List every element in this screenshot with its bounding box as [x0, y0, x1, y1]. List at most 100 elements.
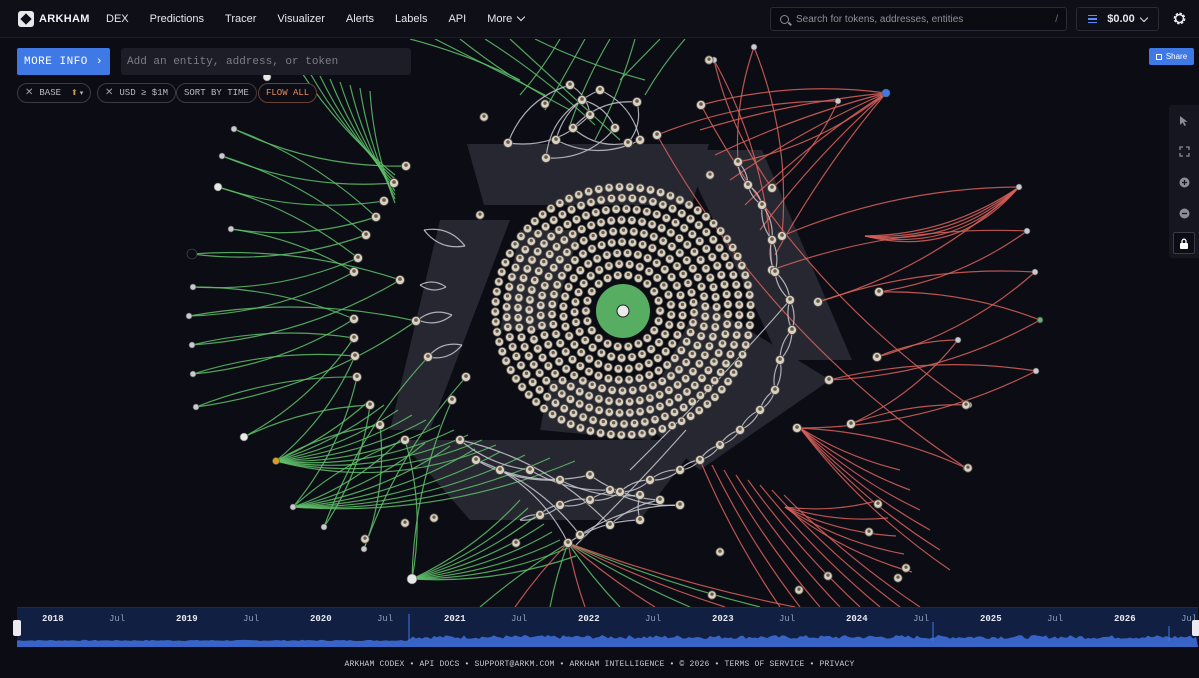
- entity-avatar-icon: [710, 254, 714, 258]
- address-node[interactable]: [320, 523, 328, 531]
- entity-avatar-icon: [571, 410, 576, 415]
- flow-all-chip[interactable]: FLOW ALL: [258, 83, 318, 103]
- nav-tracer[interactable]: Tracer: [225, 13, 256, 25]
- address-node[interactable]: [189, 283, 197, 291]
- entity-avatar-icon: [544, 378, 548, 382]
- blue-entity-node[interactable]: [881, 88, 891, 98]
- entity-avatar-icon: [682, 225, 686, 229]
- address-node[interactable]: [289, 503, 297, 511]
- entity-node[interactable]: [239, 432, 249, 442]
- gear-icon[interactable]: [1172, 11, 1187, 26]
- entity-avatar-icon: [378, 422, 382, 426]
- wallet-balance-button[interactable]: $0.00: [1076, 7, 1159, 31]
- entity-node[interactable]: [213, 182, 223, 192]
- entity-avatar-icon: [519, 334, 524, 339]
- fit-screen-icon[interactable]: [1173, 140, 1195, 162]
- timeline-track[interactable]: 2018 Jul 2019 Jul 2020 Jul 2021 Jul 2022 Jul 2023 J…: [17, 608, 1198, 647]
- entity-avatar-icon: [773, 387, 777, 391]
- entity-node[interactable]: [406, 573, 418, 585]
- entity-avatar-icon: [652, 289, 656, 293]
- entity-avatar-icon: [748, 312, 753, 317]
- search-input[interactable]: [796, 13, 1046, 25]
- address-node[interactable]: [360, 545, 368, 553]
- entity-avatar-icon: [355, 374, 359, 378]
- sort-by-time-chip[interactable]: SORT BY TIME: [176, 83, 257, 103]
- global-search[interactable]: /: [770, 7, 1067, 31]
- entity-avatar-icon: [558, 477, 562, 481]
- entity-avatar-icon: [582, 238, 586, 242]
- entity-avatar-icon: [613, 125, 617, 129]
- nav-predictions[interactable]: Predictions: [150, 13, 204, 25]
- close-icon[interactable]: ✕: [25, 87, 33, 99]
- nav-alerts[interactable]: Alerts: [346, 13, 374, 25]
- entity-avatar-icon: [676, 395, 681, 399]
- add-entity-input[interactable]: [121, 48, 411, 75]
- pointer-icon[interactable]: [1173, 110, 1195, 132]
- address-node[interactable]: [750, 43, 758, 51]
- entity-avatar-icon: [658, 497, 662, 501]
- entity-avatar-icon: [578, 389, 582, 393]
- entity-avatar-icon: [675, 382, 680, 386]
- arkham-logo[interactable]: ARKHAM: [18, 10, 100, 27]
- transfer-edge: [411, 547, 569, 580]
- entity-avatar-icon: [696, 274, 700, 279]
- lock-icon[interactable]: [1173, 232, 1195, 254]
- entity-avatar-icon: [690, 399, 694, 403]
- address-node[interactable]: [189, 370, 197, 378]
- entity-avatar-icon: [493, 299, 498, 303]
- flow-graph-canvas[interactable]: [0, 39, 1199, 607]
- address-node[interactable]: [834, 97, 842, 105]
- entity-avatar-icon: [589, 273, 593, 277]
- footer-links[interactable]: ARKHAM CODEX • API DOCS • SUPPORT@ARKM.C…: [0, 660, 1199, 674]
- transfer-edge: [759, 484, 881, 607]
- address-node[interactable]: [1032, 367, 1040, 375]
- address-node[interactable]: [218, 152, 226, 160]
- zoom-out-icon[interactable]: [1173, 202, 1195, 224]
- nav-dex[interactable]: DEX: [106, 13, 129, 25]
- flagged-entity-node[interactable]: [186, 248, 198, 260]
- nav-labels[interactable]: Labels: [395, 13, 427, 25]
- address-node[interactable]: [1015, 183, 1023, 191]
- entity-avatar-icon: [588, 112, 592, 116]
- timeline-label: 2022: [578, 614, 600, 624]
- entity-avatar-icon: [550, 301, 554, 306]
- hub-node[interactable]: [616, 304, 630, 318]
- entity-avatar-icon: [731, 272, 736, 276]
- more-info-button[interactable]: MORE INFO ›: [17, 48, 110, 75]
- share-button[interactable]: Share: [1149, 48, 1194, 65]
- entity-avatar-icon: [604, 207, 608, 212]
- close-icon[interactable]: ✕: [105, 87, 113, 99]
- entity-avatar-icon: [684, 339, 689, 343]
- entity-avatar-icon: [652, 234, 656, 238]
- entity-avatar-icon: [706, 385, 710, 390]
- address-node[interactable]: [188, 341, 196, 349]
- address-node[interactable]: [227, 225, 235, 233]
- address-node[interactable]: [1031, 268, 1039, 276]
- central-hub[interactable]: [596, 284, 650, 338]
- chain-filter-chip[interactable]: ✕ BASE ⬆ ▾: [17, 83, 92, 103]
- top-navbar: ARKHAM DEX Predictions Tracer Visualizer…: [0, 0, 1199, 38]
- entity-avatar-icon: [567, 333, 571, 337]
- entity-avatar-icon: [521, 275, 526, 280]
- entity-avatar-icon: [657, 339, 661, 344]
- timeline-scrubber[interactable]: 2018 Jul 2019 Jul 2020 Jul 2021 Jul 2022 Jul 2023 J…: [13, 607, 1199, 647]
- timeline-end-handle[interactable]: [1192, 620, 1199, 636]
- entity-avatar-icon: [628, 184, 632, 189]
- nav-more[interactable]: More: [487, 13, 526, 25]
- entity-avatar-icon: [669, 230, 673, 234]
- usd-filter-chip[interactable]: ✕ USD ≥ $1M: [97, 83, 176, 103]
- token-entity-node[interactable]: [272, 457, 280, 465]
- entity-avatar-icon: [790, 327, 794, 331]
- zoom-in-icon[interactable]: [1173, 171, 1195, 193]
- entity-avatar-icon: [374, 214, 378, 218]
- entity-avatar-icon: [608, 487, 612, 491]
- address-node[interactable]: [185, 312, 193, 320]
- nav-visualizer[interactable]: Visualizer: [277, 13, 325, 25]
- address-node[interactable]: [1037, 317, 1043, 323]
- nav-api[interactable]: API: [448, 13, 466, 25]
- address-node[interactable]: [230, 125, 238, 133]
- address-node[interactable]: [192, 403, 200, 411]
- address-node[interactable]: [1023, 227, 1031, 235]
- address-node[interactable]: [954, 336, 962, 344]
- timeline-start-handle[interactable]: [13, 620, 21, 636]
